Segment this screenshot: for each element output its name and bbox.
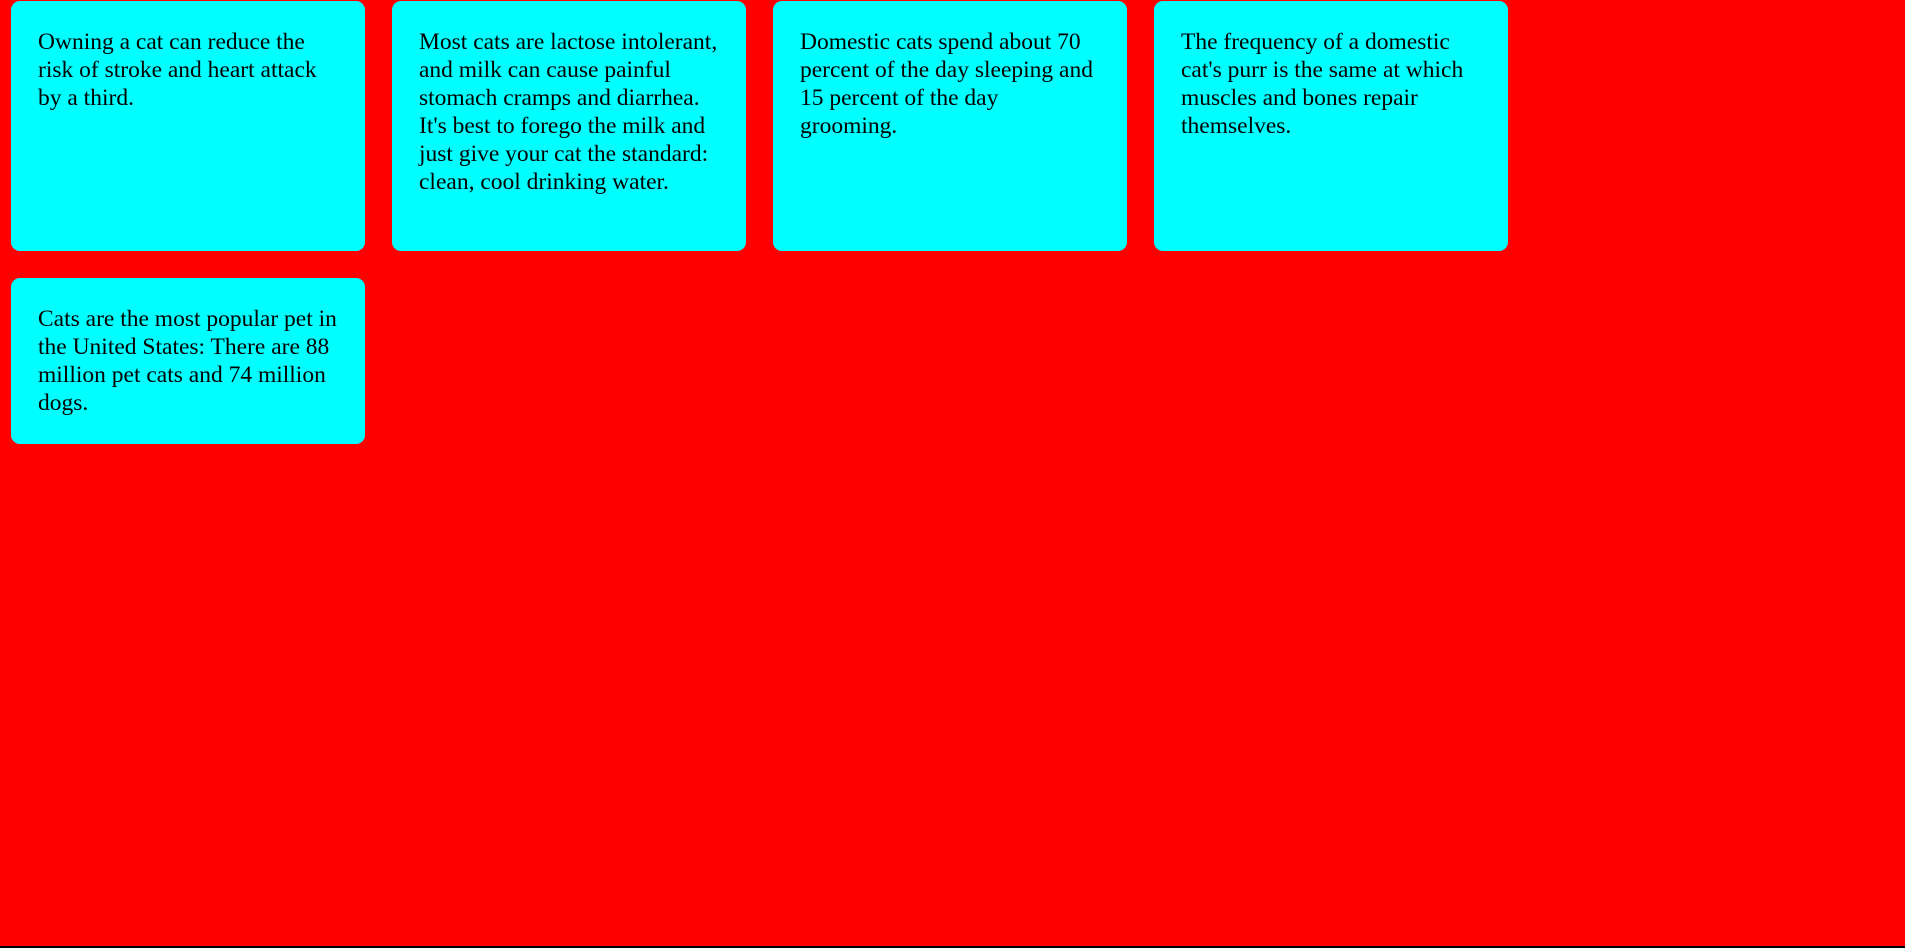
fact-card: Most cats are lactose intolerant, and mi… [392,1,746,251]
fact-card: The frequency of a domestic cat's purr i… [1154,1,1508,251]
fact-card-grid: Owning a cat can reduce the risk of stro… [11,1,1508,444]
fact-card-text: Cats are the most popular pet in the Uni… [38,306,337,416]
fact-card-text: Owning a cat can reduce the risk of stro… [38,29,317,111]
fact-card: Cats are the most popular pet in the Uni… [11,278,365,444]
fact-card: Domestic cats spend about 70 percent of … [773,1,1127,251]
page-background: Owning a cat can reduce the risk of stro… [0,0,1905,946]
fact-card-text: The frequency of a domestic cat's purr i… [1181,29,1464,139]
fact-card-text: Most cats are lactose intolerant, and mi… [419,29,718,195]
fact-card: Owning a cat can reduce the risk of stro… [11,1,365,251]
fact-card-text: Domestic cats spend about 70 percent of … [800,29,1093,139]
